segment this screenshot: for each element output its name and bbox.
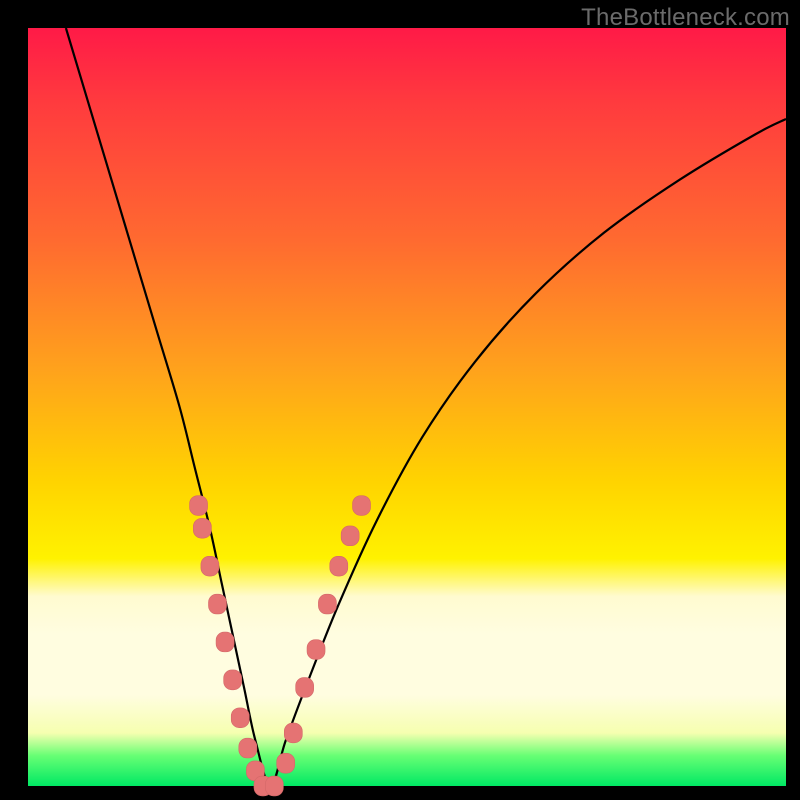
curve-marker bbox=[224, 670, 242, 690]
curve-marker bbox=[296, 678, 314, 698]
marker-group bbox=[190, 496, 371, 796]
curve-marker bbox=[231, 708, 249, 728]
curve-marker bbox=[341, 526, 359, 546]
curve-marker bbox=[277, 753, 295, 773]
chart-svg bbox=[28, 28, 786, 786]
curve-marker bbox=[239, 738, 257, 758]
chart-frame: TheBottleneck.com bbox=[0, 0, 800, 800]
plot-area bbox=[28, 28, 786, 786]
curve-marker bbox=[190, 496, 208, 516]
curve-marker bbox=[330, 556, 348, 576]
curve-marker bbox=[353, 496, 371, 516]
curve-marker bbox=[193, 518, 211, 538]
curve-marker bbox=[216, 632, 234, 652]
curve-marker bbox=[284, 723, 302, 743]
curve-marker bbox=[201, 556, 219, 576]
watermark-text: TheBottleneck.com bbox=[581, 4, 790, 32]
curve-marker bbox=[307, 640, 325, 660]
curve-marker bbox=[209, 594, 227, 614]
bottleneck-curve bbox=[66, 28, 786, 786]
curve-marker bbox=[318, 594, 336, 614]
curve-marker bbox=[265, 776, 283, 796]
